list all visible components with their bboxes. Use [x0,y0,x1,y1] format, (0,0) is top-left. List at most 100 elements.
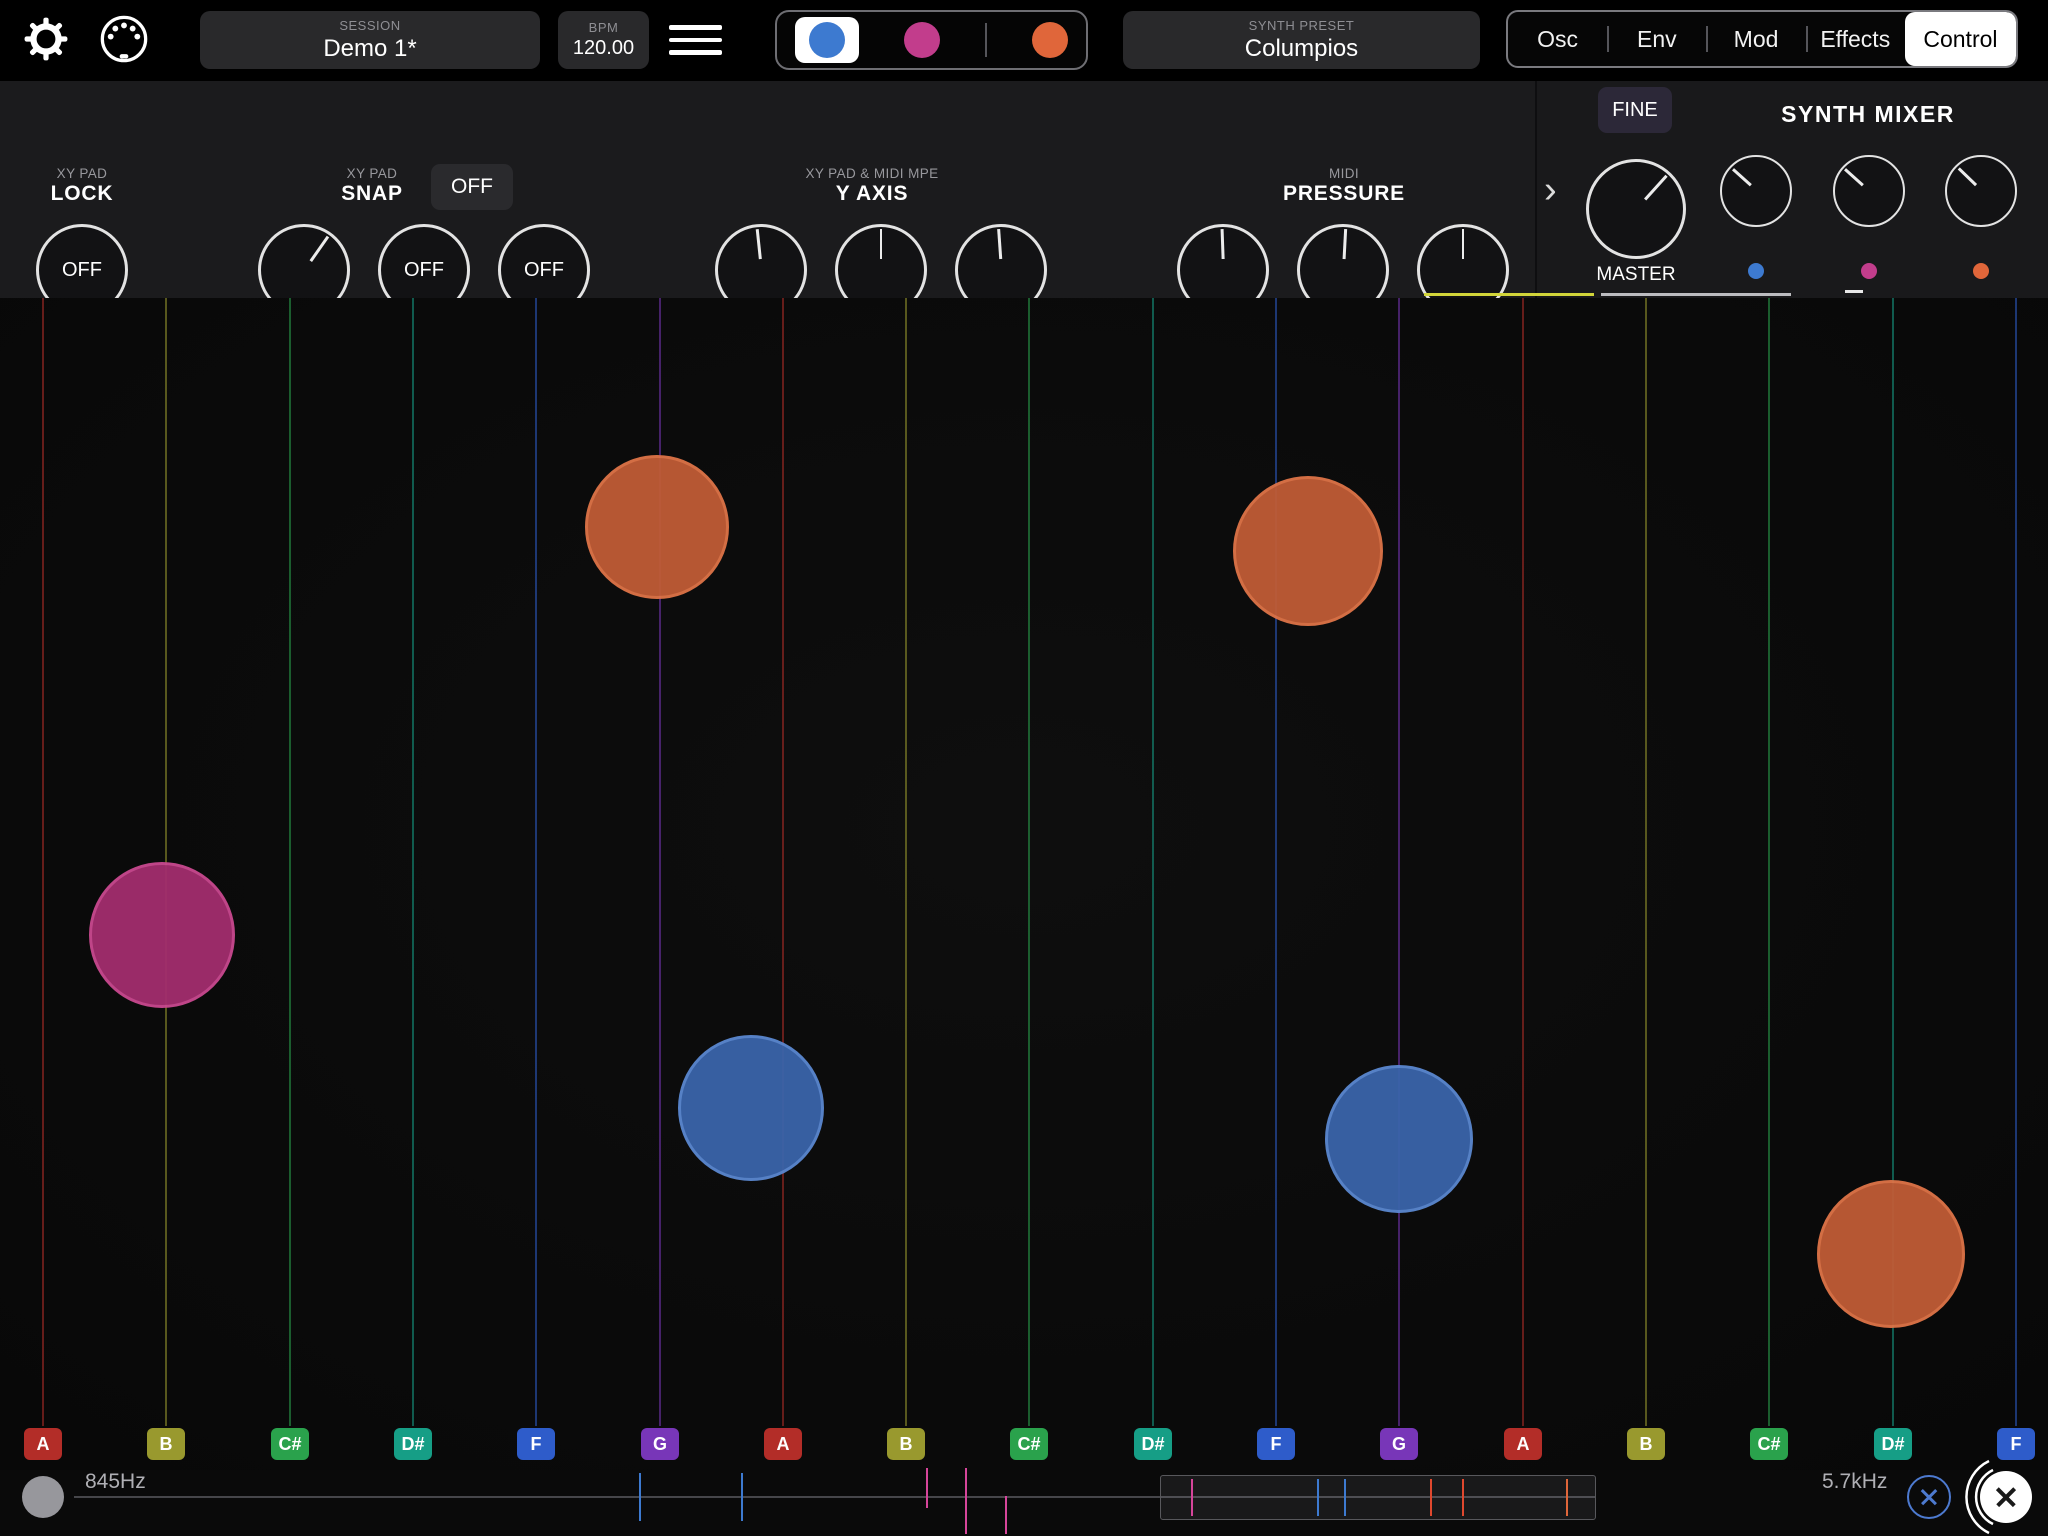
top-bar: SESSION Demo 1* BPM 120.00 SYNTH PRESET … [0,0,2048,81]
section-eyebrow: XY PAD & MIDI MPE [805,166,939,181]
note-label-Dsharp: D# [394,1428,432,1460]
zoom-region[interactable] [1160,1475,1596,1520]
bottom-left-handle[interactable] [22,1476,64,1518]
section-title: Y AXIS [835,182,909,205]
note-label-G: G [1380,1428,1418,1460]
marker-tick [1004,1496,1008,1534]
settings-gear-icon[interactable] [23,16,69,62]
section-eyebrow: XY PAD [346,166,398,181]
note-label-A: A [1504,1428,1542,1460]
mixer-channel-knob[interactable] [1832,155,1905,227]
section-title: SNAP [341,182,403,205]
note-label-B: B [147,1428,185,1460]
touch-point-orange[interactable] [585,455,729,599]
knob-value: OFF [404,258,444,281]
voice-magenta-dot[interactable] [904,22,940,58]
x-icon [1980,1471,2032,1523]
knob-pointer [1342,228,1347,260]
mixer-channel-color-dot [1748,263,1764,279]
mixer-channel-knob[interactable] [1945,155,2017,227]
snap-off-button[interactable]: OFF [431,164,513,210]
freq-high-label: 5.7kHz [1822,1470,1888,1493]
panel-underline [1845,290,1863,293]
note-label-G: G [641,1428,679,1460]
session-label: SESSION [339,17,401,33]
pitch-line [2015,298,2017,1426]
knob-value: OFF [62,258,102,281]
pitch-line [289,298,291,1426]
tab-env[interactable]: Env [1607,12,1706,66]
marker-tick [964,1468,968,1534]
bpm-box[interactable]: BPM 120.00 [558,11,649,69]
knob-pointer [755,229,762,260]
collapse-chevron-icon[interactable]: › [1544,171,1557,209]
pitch-line [1028,298,1030,1426]
touch-point-blue[interactable] [678,1035,824,1181]
tab-control[interactable]: Control [1904,12,2016,66]
preset-value: Columpios [1244,34,1359,62]
menu-icon[interactable] [669,25,722,55]
marker-tick [740,1473,744,1521]
marker-tick [638,1473,642,1521]
tab-osc[interactable]: Osc [1508,12,1607,66]
tab-bar: Osc Env Mod Effects Control [1506,10,2018,68]
x-icon [1909,1477,1949,1517]
midi-connector-icon[interactable] [98,13,150,65]
bpm-label: BPM [588,20,619,35]
note-label-Csharp: C# [1750,1428,1788,1460]
selected-voice-box[interactable] [795,17,859,63]
note-label-Dsharp: D# [1134,1428,1172,1460]
cancel-zoom-button[interactable] [1907,1475,1951,1519]
pitch-line [1645,298,1647,1426]
note-label-Dsharp: D# [1874,1428,1912,1460]
pitch-line [1522,298,1524,1426]
panel-underline [1601,293,1791,296]
knob-pointer [1844,168,1864,187]
tab-mod[interactable]: Mod [1706,12,1805,66]
tab-effects[interactable]: Effects [1805,12,1905,66]
pitch-line [412,298,414,1426]
note-label-F: F [517,1428,555,1460]
zoom-tick [1343,1479,1347,1516]
xy-pad-surface[interactable] [0,298,2048,1470]
freq-low-label: 845Hz [85,1470,146,1493]
mixer-channel-knob[interactable] [1720,155,1792,227]
note-label-A: A [764,1428,802,1460]
knob-pointer [1461,229,1465,259]
mixer-channel-color-dot [1860,263,1877,279]
note-label-Csharp: C# [1010,1428,1048,1460]
pitch-line [1398,298,1400,1426]
knob-pointer [879,229,883,259]
zoom-tick [1429,1479,1433,1516]
close-overlay-button[interactable] [1980,1471,2032,1523]
knob-pointer [1220,228,1224,260]
master-label: MASTER [1596,264,1676,285]
touch-point-orange[interactable] [1233,476,1383,626]
master-knob[interactable] [1586,159,1686,259]
zoom-tick [1565,1479,1569,1516]
session-box[interactable]: SESSION Demo 1* [200,11,540,69]
voice-orange-dot[interactable] [1032,22,1068,58]
mixer-channel-color-dot [1973,263,1989,279]
fine-button[interactable]: FINE [1598,87,1672,133]
note-label-B: B [887,1428,925,1460]
section-eyebrow: XY PAD [56,166,108,181]
knob-pointer [996,229,1002,260]
touch-point-magenta[interactable] [89,862,235,1008]
synth-mixer-panel: › FINE SYNTH MIXER MASTER [1535,81,2048,298]
note-label-B: B [1627,1428,1665,1460]
voice-selector[interactable] [775,10,1088,70]
pitch-line [535,298,537,1426]
section-title: PRESSURE [1283,182,1405,205]
touch-point-blue[interactable] [1325,1065,1473,1213]
mixer-title: SYNTH MIXER [1781,101,1955,127]
note-label-F: F [1257,1428,1295,1460]
voice-blue-dot[interactable] [809,22,845,58]
section-eyebrow: MIDI [1328,166,1360,181]
pitch-line [905,298,907,1426]
pitch-line [42,298,44,1426]
touch-point-orange[interactable] [1817,1180,1965,1328]
synth-preset-box[interactable]: SYNTH PRESET Columpios [1123,11,1480,69]
pitch-line [782,298,784,1426]
preset-label: SYNTH PRESET [1248,17,1355,33]
